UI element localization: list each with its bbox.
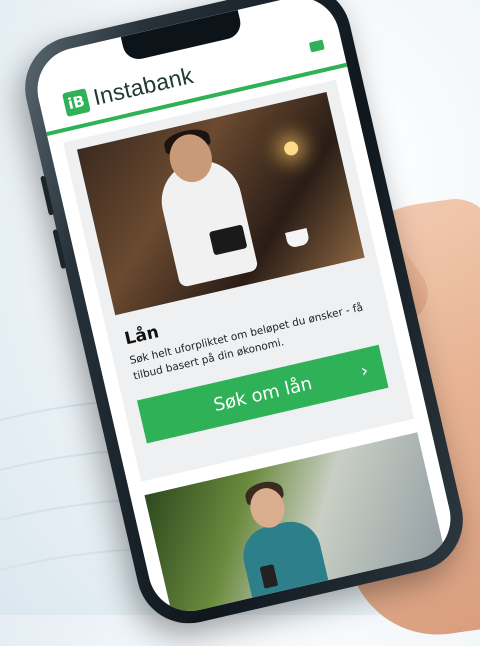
chevron-right-icon: › (358, 359, 371, 382)
logo-icon[interactable]: iB (61, 88, 91, 117)
menu-icon[interactable] (308, 39, 325, 53)
lamp-light (282, 139, 300, 157)
loan-photo (76, 92, 365, 316)
loan-title: Lån (122, 322, 161, 350)
loan-card: Lån Søk helt uforpliktet om beløpet du ø… (63, 79, 415, 482)
apply-loan-button-label: Søk om lån (211, 372, 314, 416)
brand-name[interactable]: Instabank (91, 62, 196, 111)
coffee-cup (285, 227, 311, 249)
